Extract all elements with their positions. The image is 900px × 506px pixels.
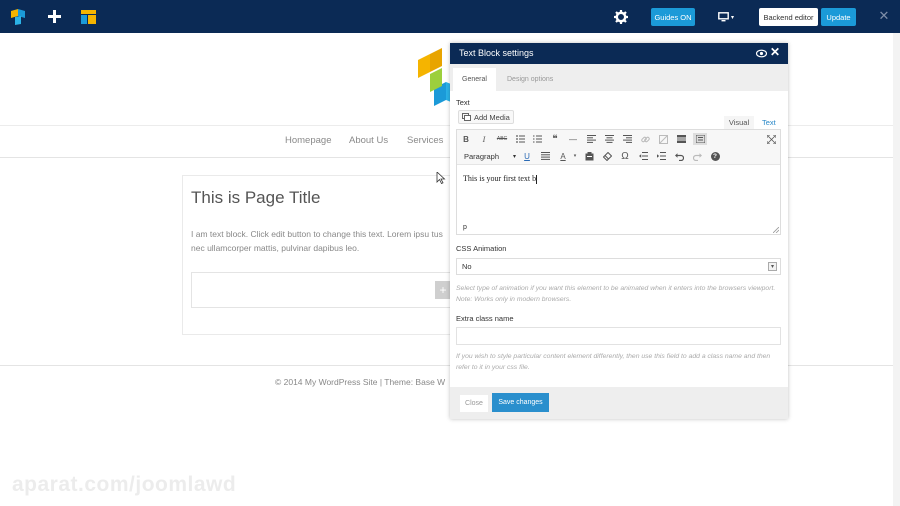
horizontal-line-icon[interactable]: —	[567, 133, 579, 145]
css-animation-help: Select type of animation if you want thi…	[456, 285, 776, 303]
tab-general[interactable]: General	[453, 68, 496, 91]
undo-icon[interactable]	[673, 150, 685, 162]
close-button[interactable]: Close	[460, 395, 488, 412]
modal-tabs: General Design options	[450, 64, 788, 91]
mouse-cursor-icon	[436, 172, 446, 184]
tab-text[interactable]: Text	[762, 116, 776, 129]
close-icon[interactable]: ✕	[874, 7, 894, 25]
page-text-block[interactable]: I am text block. Click edit button to ch…	[191, 227, 453, 255]
format-select[interactable]: Paragraph ▾	[462, 150, 520, 162]
modal-title: Text Block settings	[459, 48, 534, 58]
chevron-down-icon: ▾	[513, 153, 517, 160]
monitor-icon	[718, 12, 729, 22]
fullscreen-icon[interactable]	[765, 133, 777, 145]
chevron-down-icon: ▾	[730, 14, 734, 21]
read-more-icon[interactable]	[675, 133, 687, 145]
update-button[interactable]: Update	[821, 8, 856, 26]
extra-class-help: If you wish to style particular content …	[456, 353, 771, 371]
numbered-list-icon[interactable]	[531, 133, 543, 145]
align-left-icon[interactable]	[585, 133, 597, 145]
guides-toggle-button[interactable]: Guides ON	[651, 8, 695, 26]
outdent-icon[interactable]	[637, 150, 649, 162]
vc-toolbar: Guides ON ▾ Backend editor Update ✕	[0, 0, 900, 33]
text-field-label: Text	[456, 98, 470, 107]
paste-text-icon[interactable]	[583, 150, 595, 162]
vc-logo-icon[interactable]	[0, 0, 36, 33]
add-media-label: Add Media	[474, 112, 510, 122]
modal-footer: Close Save changes	[450, 387, 788, 419]
text-block-settings-modal: Text Block settings ✕ General Design opt…	[450, 43, 788, 419]
bullet-list-icon[interactable]	[514, 133, 526, 145]
device-preview-button[interactable]: ▾	[712, 8, 740, 26]
eye-icon[interactable]	[756, 48, 767, 59]
extra-class-input[interactable]	[456, 327, 781, 345]
tab-visual[interactable]: Visual	[724, 116, 754, 129]
underline-icon[interactable]: U	[521, 150, 533, 162]
rich-text-editor: B I ABC ❝ — Paragraph ▾ U A ▾ Ω ? This i…	[456, 129, 781, 235]
chevron-down-icon[interactable]: ▾	[569, 150, 581, 162]
css-animation-select[interactable]: No ▾	[456, 258, 781, 275]
plus-icon[interactable]	[38, 0, 70, 33]
text-caret	[536, 174, 538, 184]
text-color-icon[interactable]: A	[557, 150, 569, 162]
css-animation-label: CSS Animation	[456, 244, 507, 253]
media-icon	[462, 113, 471, 121]
nav-item-services[interactable]: Services	[407, 135, 443, 146]
css-animation-value: No	[462, 262, 472, 271]
resize-handle-icon[interactable]	[773, 227, 779, 233]
chevron-down-icon: ▾	[768, 262, 777, 271]
add-element-button[interactable]: +	[435, 281, 451, 299]
nav-item-about-us[interactable]: About Us	[349, 135, 388, 146]
strikethrough-icon[interactable]: ABC	[496, 133, 508, 145]
save-changes-button[interactable]: Save changes	[492, 393, 549, 412]
editor-path: p	[463, 224, 467, 231]
watermark-text: aparat.com/joomlawd	[12, 473, 237, 496]
editor-toolbar: B I ABC ❝ — Paragraph ▾ U A ▾ Ω ?	[457, 130, 780, 165]
bold-icon[interactable]: B	[460, 133, 472, 145]
add-media-button[interactable]: Add Media	[458, 110, 514, 124]
format-select-value: Paragraph	[464, 151, 500, 161]
gear-icon[interactable]	[606, 0, 636, 33]
layout-icon[interactable]	[72, 0, 104, 33]
empty-row-placeholder[interactable]	[191, 272, 461, 308]
tab-design-options[interactable]: Design options	[507, 76, 553, 83]
unlink-icon[interactable]	[657, 133, 669, 145]
indent-icon[interactable]	[655, 150, 667, 162]
clear-formatting-icon[interactable]	[601, 150, 613, 162]
page-scrollbar[interactable]	[893, 33, 900, 506]
toolbar-toggle-icon[interactable]	[693, 133, 707, 145]
redo-icon[interactable]	[691, 150, 703, 162]
extra-class-label: Extra class name	[456, 314, 514, 323]
align-right-icon[interactable]	[621, 133, 633, 145]
italic-icon[interactable]: I	[478, 133, 490, 145]
special-character-icon[interactable]: Ω	[619, 150, 631, 162]
justify-icon[interactable]	[539, 150, 551, 162]
backend-editor-button[interactable]: Backend editor	[759, 8, 818, 26]
footer-text: © 2014 My WordPress Site | Theme: Base W	[275, 377, 446, 387]
modal-header: Text Block settings ✕	[450, 43, 788, 64]
page-title: This is Page Title	[191, 188, 321, 207]
close-icon[interactable]: ✕	[770, 45, 780, 59]
link-icon[interactable]	[639, 133, 651, 145]
nav-item-homepage[interactable]: Homepage	[285, 135, 331, 146]
blockquote-icon[interactable]: ❝	[549, 133, 561, 145]
align-center-icon[interactable]	[603, 133, 615, 145]
help-icon[interactable]: ?	[709, 150, 721, 162]
editor-content[interactable]: This is your first text b	[463, 174, 538, 184]
